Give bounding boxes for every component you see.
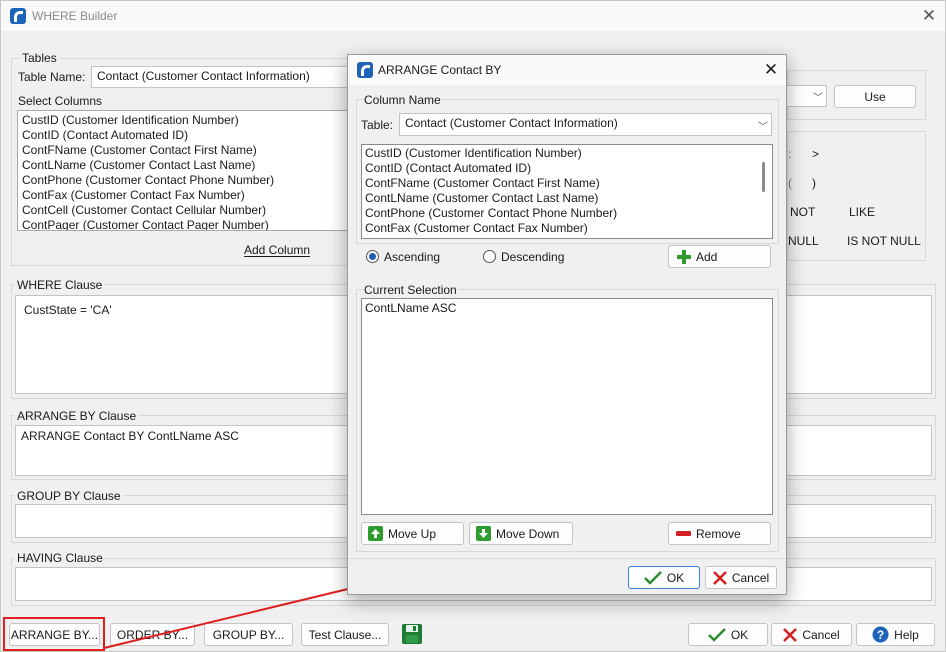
column-name-label: Column Name bbox=[363, 93, 442, 107]
arrow-up-icon bbox=[368, 526, 383, 541]
arrange-dialog: ARRANGE Contact BY ✕ Column Name Table: … bbox=[347, 54, 787, 595]
dialog-ok-label: OK bbox=[666, 570, 685, 585]
dialog-close-icon[interactable]: ✕ bbox=[759, 61, 783, 78]
plus-icon bbox=[677, 249, 691, 264]
descending-radio[interactable] bbox=[483, 250, 496, 263]
dialog-ok-button[interactable]: OK bbox=[628, 566, 700, 589]
check-icon bbox=[643, 570, 662, 585]
dialog-title: ARRANGE Contact BY bbox=[378, 63, 502, 77]
minus-icon bbox=[676, 530, 691, 536]
move-up-label: Move Up bbox=[388, 526, 437, 541]
table-label: Table: bbox=[361, 118, 394, 132]
remove-label: Remove bbox=[696, 526, 741, 541]
arrow-down-icon bbox=[476, 526, 491, 541]
dialog-app-icon bbox=[357, 62, 373, 78]
current-selection-label: Current Selection bbox=[363, 283, 458, 297]
remove-button[interactable]: Remove bbox=[668, 522, 771, 545]
list-item[interactable]: ContFName (Customer Contact First Name) bbox=[365, 176, 600, 190]
add-label: Add bbox=[696, 249, 718, 264]
move-down-label: Move Down bbox=[496, 526, 560, 541]
dialog-cancel-button[interactable]: Cancel bbox=[705, 566, 777, 589]
scrollbar-thumb[interactable] bbox=[762, 162, 765, 192]
move-down-button[interactable]: Move Down bbox=[469, 522, 573, 545]
list-item[interactable]: ContFax (Customer Contact Fax Number) bbox=[365, 221, 588, 235]
current-selection-list[interactable]: ContLName ASC bbox=[361, 298, 773, 515]
dialog-title-bar: ARRANGE Contact BY ✕ bbox=[348, 55, 786, 85]
list-item[interactable]: ContPhone (Customer Contact Phone Number… bbox=[365, 206, 617, 220]
ascending-radio[interactable] bbox=[366, 250, 379, 263]
table-select[interactable]: Contact (Customer Contact Information) bbox=[399, 113, 772, 136]
table-select-value: Contact (Customer Contact Information) bbox=[405, 116, 618, 130]
list-item[interactable]: ContLName ASC bbox=[365, 301, 456, 315]
descending-label: Descending bbox=[501, 250, 565, 264]
move-up-button[interactable]: Move Up bbox=[361, 522, 464, 545]
chevron-down-icon: ﹀ bbox=[758, 122, 768, 133]
ascending-label: Ascending bbox=[384, 250, 441, 264]
cancel-x-icon bbox=[712, 570, 727, 585]
add-button[interactable]: Add bbox=[668, 245, 771, 268]
dialog-cancel-label: Cancel bbox=[731, 570, 770, 585]
list-item[interactable]: ContLName (Customer Contact Last Name) bbox=[365, 191, 598, 205]
list-item[interactable]: ContID (Contact Automated ID) bbox=[365, 161, 531, 175]
list-item[interactable]: CustID (Customer Identification Number) bbox=[365, 146, 582, 160]
dialog-columns-list[interactable]: CustID (Customer Identification Number) … bbox=[361, 144, 773, 239]
